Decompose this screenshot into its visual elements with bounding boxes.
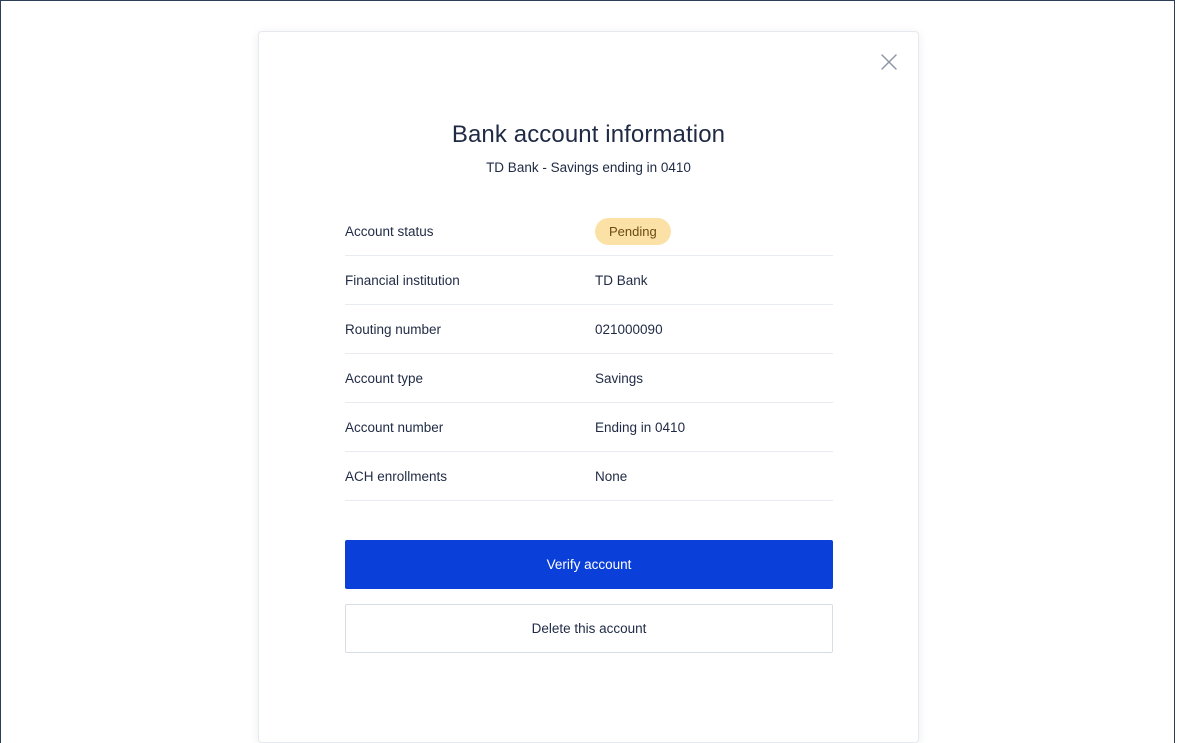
delete-account-button[interactable]: Delete this account bbox=[345, 604, 833, 653]
detail-row-account-type: Account type Savings bbox=[345, 354, 833, 403]
detail-value: 021000090 bbox=[595, 321, 663, 337]
detail-label: ACH enrollments bbox=[345, 468, 448, 484]
detail-label: Account status bbox=[345, 223, 434, 239]
detail-row-financial-institution: Financial institution TD Bank bbox=[345, 256, 833, 305]
modal-title: Bank account information bbox=[451, 121, 726, 148]
account-details-list: Account status Pending Financial institu… bbox=[345, 207, 833, 501]
detail-row-routing-number: Routing number 021000090 bbox=[345, 305, 833, 354]
detail-label: Financial institution bbox=[345, 272, 460, 288]
close-button[interactable] bbox=[878, 51, 900, 73]
bank-account-modal: Bank account information TD Bank - Savin… bbox=[258, 31, 919, 743]
detail-row-account-status: Account status Pending bbox=[345, 207, 833, 256]
detail-row-ach-enrollments: ACH enrollments None bbox=[345, 452, 833, 501]
status-badge: Pending bbox=[595, 217, 671, 245]
detail-row-account-number: Account number Ending in 0410 bbox=[345, 403, 833, 452]
modal-subtitle: TD Bank - Savings ending in 0410 bbox=[486, 160, 691, 175]
detail-value: None bbox=[595, 468, 628, 484]
modal-actions: Verify account Delete this account bbox=[345, 540, 833, 653]
close-icon bbox=[881, 54, 897, 70]
detail-label: Account type bbox=[345, 370, 424, 386]
detail-label: Account number bbox=[345, 419, 444, 435]
detail-value: TD Bank bbox=[595, 272, 648, 288]
verify-account-button[interactable]: Verify account bbox=[345, 540, 833, 589]
detail-value: Pending bbox=[595, 217, 833, 245]
detail-value: Savings bbox=[595, 370, 644, 386]
detail-value: Ending in 0410 bbox=[595, 419, 686, 435]
detail-label: Routing number bbox=[345, 321, 442, 337]
